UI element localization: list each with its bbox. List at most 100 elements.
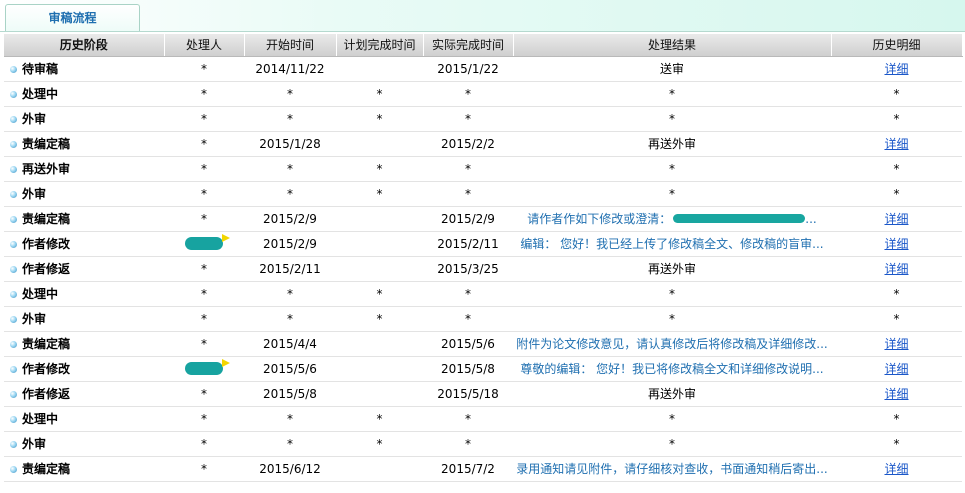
stage-label: 责编定稿: [22, 137, 71, 151]
result-cell: *: [513, 156, 831, 182]
history-cell: 详细: [831, 256, 962, 282]
handler-cell: *: [164, 431, 244, 457]
handler-value: *: [201, 86, 207, 101]
actual-time-cell: *: [423, 81, 513, 107]
detail-link[interactable]: 详细: [884, 387, 908, 401]
result-text: 请作者作如下修改或澄清：: [527, 212, 672, 226]
bullet-icon: [10, 316, 17, 323]
handler-cell: *: [164, 56, 244, 82]
result-cell: *: [513, 281, 831, 307]
table-row: 处理中 * * * * * *: [4, 81, 962, 107]
stage-cell: 作者修返: [4, 256, 164, 282]
planned-time-cell: [336, 206, 423, 232]
planned-time-cell: *: [336, 306, 423, 332]
result-cell: *: [513, 81, 831, 107]
result-text: *: [669, 436, 675, 451]
handler-value: *: [201, 436, 207, 451]
actual-time-cell: 2015/7/2: [423, 456, 513, 482]
bullet-icon: [10, 216, 17, 223]
history-value: *: [893, 86, 900, 101]
detail-link[interactable]: 详细: [884, 62, 908, 76]
review-history-table: 历史阶段 处理人 开始时间 计划完成时间 实际完成时间 处理结果 历史明细 待审…: [4, 34, 963, 482]
stage-label: 作者修改: [22, 362, 71, 376]
handler-value: *: [201, 386, 207, 401]
result-text: 录用通知请见附件，请仔细核对查收，书面通知稍后寄出...: [516, 462, 828, 476]
handler-value: *: [201, 261, 207, 276]
result-cell[interactable]: 尊敬的编辑： 您好！我已将修改稿全文和详细修改说明...: [513, 356, 831, 382]
result-text: *: [669, 86, 675, 101]
handler-value: *: [201, 311, 207, 326]
table-row: 责编定稿 * 2015/6/12 2015/7/2 录用通知请见附件，请仔细核对查收，书…: [4, 456, 962, 482]
detail-link[interactable]: 详细: [884, 337, 908, 351]
table-row: 再送外审 * * * * * *: [4, 156, 962, 182]
redacted-text-mark: [673, 214, 806, 223]
bullet-icon: [10, 116, 17, 123]
result-text: *: [669, 286, 675, 301]
result-cell: *: [513, 106, 831, 132]
history-value: *: [893, 311, 900, 326]
detail-link[interactable]: 详细: [884, 262, 908, 276]
result-text: *: [669, 411, 675, 426]
table-row: 处理中 * * * * * *: [4, 406, 962, 432]
result-cell[interactable]: 附件为论文修改意见，请认真修改后将修改稿及详细修改...: [513, 331, 831, 357]
handler-cell: *: [164, 306, 244, 332]
result-text: 再送外审: [647, 387, 696, 401]
column-header-handler: 处理人: [164, 34, 245, 57]
stage-cell: 责编定稿: [4, 131, 164, 157]
planned-time-cell: *: [336, 106, 423, 132]
handler-cell: *: [164, 331, 244, 357]
actual-time-cell: 2015/2/11: [423, 231, 513, 257]
table-row: 待审稿 * 2014/11/22 2015/1/22 送审 详细: [4, 56, 962, 82]
planned-time-cell: [336, 231, 423, 257]
result-text: *: [669, 186, 675, 201]
handler-value: *: [201, 336, 207, 351]
detail-link[interactable]: 详细: [884, 137, 908, 151]
bullet-icon: [10, 141, 17, 148]
detail-link[interactable]: 详细: [884, 462, 908, 476]
history-value: *: [893, 111, 900, 126]
handler-cell: *: [164, 256, 244, 282]
handler-value: *: [201, 61, 207, 76]
stage-label: 责编定稿: [22, 212, 71, 226]
result-cell[interactable]: 编辑： 您好！我已经上传了修改稿全文、修改稿的盲审...: [513, 231, 831, 257]
result-text: 尊敬的编辑： 您好！我已将修改稿全文和详细修改说明...: [520, 362, 824, 376]
result-cell[interactable]: 录用通知请见附件，请仔细核对查收，书面通知稍后寄出...: [513, 456, 831, 482]
bullet-icon: [10, 416, 17, 423]
table-header-row: 历史阶段 处理人 开始时间 计划完成时间 实际完成时间 处理结果 历史明细: [4, 34, 963, 57]
result-text: *: [669, 111, 675, 126]
start-time-cell: 2015/2/9: [244, 231, 336, 257]
stage-label: 作者修返: [22, 387, 71, 401]
start-time-cell: *: [244, 281, 336, 307]
result-cell[interactable]: 请作者作如下修改或澄清：...: [513, 206, 831, 232]
column-header-planned: 计划完成时间: [336, 34, 424, 57]
stage-label: 再送外审: [22, 162, 71, 176]
tab-review-process[interactable]: 审稿流程: [5, 4, 140, 31]
detail-link[interactable]: 详细: [884, 212, 908, 226]
bullet-icon: [10, 241, 17, 248]
detail-link[interactable]: 详细: [884, 362, 908, 376]
history-cell: *: [831, 156, 962, 182]
history-value: *: [893, 286, 900, 301]
actual-time-cell: 2015/5/8: [423, 356, 513, 382]
planned-time-cell: *: [336, 281, 423, 307]
planned-time-cell: [336, 356, 423, 382]
result-cell: *: [513, 406, 831, 432]
history-cell: *: [831, 431, 962, 457]
table-row: 处理中 * * * * * *: [4, 281, 962, 307]
history-cell: *: [831, 306, 962, 332]
history-value: *: [893, 411, 900, 426]
stage-cell: 再送外审: [4, 156, 164, 182]
start-time-cell: *: [244, 106, 336, 132]
handler-value: *: [201, 161, 207, 176]
detail-link[interactable]: 详细: [884, 237, 908, 251]
handler-cell: *: [164, 206, 244, 232]
actual-time-cell: *: [423, 106, 513, 132]
flag-icon: [222, 358, 230, 367]
result-cell: *: [513, 306, 831, 332]
actual-time-cell: 2015/2/2: [423, 131, 513, 157]
stage-cell: 待审稿: [4, 56, 164, 82]
stage-label: 外审: [22, 437, 47, 451]
actual-time-cell: *: [423, 281, 513, 307]
column-header-result: 处理结果: [513, 34, 832, 57]
actual-time-cell: 2015/5/18: [423, 381, 513, 407]
